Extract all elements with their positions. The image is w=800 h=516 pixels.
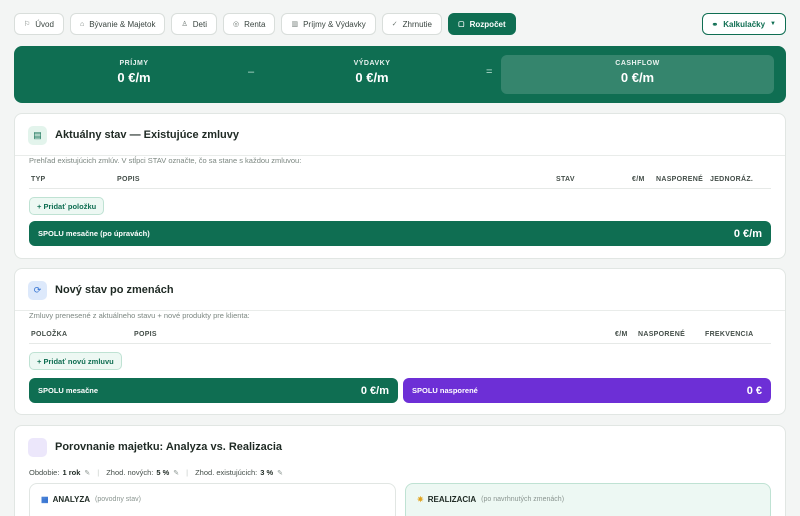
card-title: Nový stav po zmenách [55, 284, 174, 296]
top-navigation: ⚐ Úvod ⌂ Bývanie & Majetok ♙ Deti ◎ Renta ▥ P… [14, 13, 786, 35]
realization-panel: ✷ REALIZACIA (po navrhnutých zmenách) [405, 483, 771, 516]
saved-total-bar: SPOLU nasporené 0 € [403, 378, 771, 403]
expenses-summary: VÝDAVKY 0 €/m [252, 46, 492, 103]
expenses-label: VÝDAVKY [353, 60, 391, 67]
tab-label: Rozpočet [469, 19, 506, 29]
card-header: ▤ Aktuálny stav — Existujúce zmluvy [28, 125, 239, 145]
new-state-card: ⟳ Nový stav po zmenách Zmluvy prenesené … [14, 268, 786, 415]
period-value: 1 rok [62, 468, 81, 477]
calculators-dropdown[interactable]: ⚭ Kalkulačky ▼ [701, 13, 786, 35]
realization-header: ✷ REALIZACIA (po navrhnutých zmenách) [417, 495, 564, 504]
saved-label: SPOLU nasporené [412, 386, 478, 395]
income-summary: PRÍJMY 0 €/m [14, 46, 254, 103]
col-popis: POPIS [134, 331, 157, 338]
add-contract-button[interactable]: + Pridať novú zmluvu [29, 352, 122, 370]
col-stav: STAV [556, 176, 575, 183]
calculators-label: Kalkulačky [723, 19, 766, 29]
check-icon: ✓ [391, 21, 398, 28]
current-state-card: ▤ Aktuálny stav — Existujúce zmluvy Preh… [14, 113, 786, 259]
tab-deti[interactable]: ♙ Deti [171, 13, 217, 35]
document-icon: ▤ [28, 125, 47, 145]
asset-comparison-card: Porovnanie majetku: Analyza vs. Realizac… [14, 425, 786, 516]
tab-rozpocet[interactable]: ▢ Rozpočet [448, 13, 516, 35]
analysis-panel: ▦ ANALYZA (povodny stav) [29, 483, 396, 516]
table-header: POLOŽKA POPIS €/M NASPORENÉ FREKVENCIA [29, 328, 771, 344]
add-item-button[interactable]: + Pridať položku [29, 197, 105, 215]
monthly-value: 0 €/m [360, 384, 389, 397]
card-title: Porovnanie majetku: Analyza vs. Realizac… [55, 441, 283, 453]
card-description: Zmluvy prenesené z aktuálneho stavu + no… [29, 311, 250, 320]
comparison-parameters: Obdobie: 1 rok ✎ | Zhod. nových: 5 % ✎ |… [29, 468, 283, 477]
existing-rate-value: 3 % [260, 468, 274, 477]
col-typ: TYP [31, 176, 46, 183]
tab-prijmy-vydavky[interactable]: ▥ Príjmy & Výdavky [281, 13, 376, 35]
tab-label: Bývanie & Majetok [89, 19, 156, 29]
separator: | [97, 468, 100, 477]
tab-label: Zhrnutie [402, 19, 432, 29]
saved-value: 0 € [746, 384, 762, 397]
coin-icon: ◎ [232, 21, 240, 28]
col-frekvencia: FREKVENCIA [705, 331, 754, 338]
cashflow-label: CASHFLOW [615, 60, 660, 67]
separator: | [186, 468, 189, 477]
tab-label: Deti [192, 19, 207, 29]
table-header: TYP POPIS STAV €/M NASPORENÉ JEDNORÁZ. [29, 173, 771, 189]
tab-byvanie-majetok[interactable]: ⌂ Bývanie & Majetok [69, 13, 166, 35]
tab-zhrnutie[interactable]: ✓ Zhrnutie [381, 13, 442, 35]
flag-icon: ⚐ [24, 21, 31, 28]
new-rate-label: Zhod. nových: [106, 468, 154, 477]
equals-sign: = [486, 66, 493, 78]
tab-label: Renta [244, 19, 266, 29]
col-per-month: €/M [615, 331, 628, 338]
monthly-total-bar: SPOLU mesačne 0 €/m [29, 378, 398, 403]
period-label: Obdobie: [29, 468, 60, 477]
income-label: PRÍJMY [119, 60, 149, 67]
compare-icon [28, 437, 47, 457]
wallet-icon: ▢ [458, 21, 465, 28]
new-rate-value: 5 % [156, 468, 170, 477]
tab-label: Úvod [35, 19, 54, 29]
cashflow-box: CASHFLOW 0 €/m [501, 55, 774, 94]
col-jednoraz: JEDNORÁZ. [710, 176, 754, 183]
edit-period-icon[interactable]: ✎ [84, 469, 90, 477]
realization-title: REALIZACIA [427, 495, 477, 504]
cashflow-value: 0 €/m [620, 70, 655, 85]
chart-icon: ▦ [41, 495, 49, 504]
total-label: SPOLU mesačne (po úpravách) [38, 229, 150, 238]
tab-renta[interactable]: ◎ Renta [222, 13, 276, 35]
card-header: ⟳ Nový stav po zmenách [28, 280, 174, 300]
link-icon: ⚭ [711, 19, 719, 29]
col-nasporene: NASPORENÉ [656, 176, 704, 183]
analysis-header: ▦ ANALYZA (povodny stav) [41, 495, 141, 504]
card-header: Porovnanie majetku: Analyza vs. Realizac… [28, 437, 282, 457]
child-icon: ♙ [181, 21, 188, 28]
income-value: 0 €/m [117, 70, 151, 85]
total-value: 0 €/m [733, 227, 762, 240]
expenses-value: 0 €/m [355, 70, 389, 85]
tab-uvod[interactable]: ⚐ Úvod [14, 13, 64, 35]
cashflow-summary: PRÍJMY 0 €/m – VÝDAVKY 0 €/m = CASHFLOW … [14, 46, 786, 103]
sparkle-icon: ✷ [417, 495, 424, 504]
refresh-icon: ⟳ [28, 280, 47, 300]
tab-label: Príjmy & Výdavky [303, 19, 366, 29]
col-polozka: POLOŽKA [31, 331, 68, 338]
edit-new-rate-icon[interactable]: ✎ [173, 469, 179, 477]
card-description: Prehľad existujúcich zmlúv. V stĺpci STA… [29, 156, 302, 165]
analysis-title: ANALYZA [52, 495, 91, 504]
col-popis: POPIS [117, 176, 140, 183]
analysis-note: (povodny stav) [95, 496, 141, 503]
existing-rate-label: Zhod. existujúcich: [195, 468, 258, 477]
monthly-label: SPOLU mesačne [38, 386, 99, 395]
current-total-bar: SPOLU mesačne (po úpravách) 0 €/m [29, 221, 771, 246]
card-title: Aktuálny stav — Existujúce zmluvy [55, 129, 240, 141]
realization-note: (po navrhnutých zmenách) [481, 496, 565, 503]
bar-chart-icon: ▥ [291, 21, 299, 28]
home-icon: ⌂ [79, 20, 85, 28]
col-nasporene: NASPORENÉ [638, 331, 686, 338]
edit-existing-rate-icon[interactable]: ✎ [277, 469, 283, 477]
col-per-month: €/M [632, 176, 645, 183]
caret-down-icon: ▼ [770, 21, 776, 27]
